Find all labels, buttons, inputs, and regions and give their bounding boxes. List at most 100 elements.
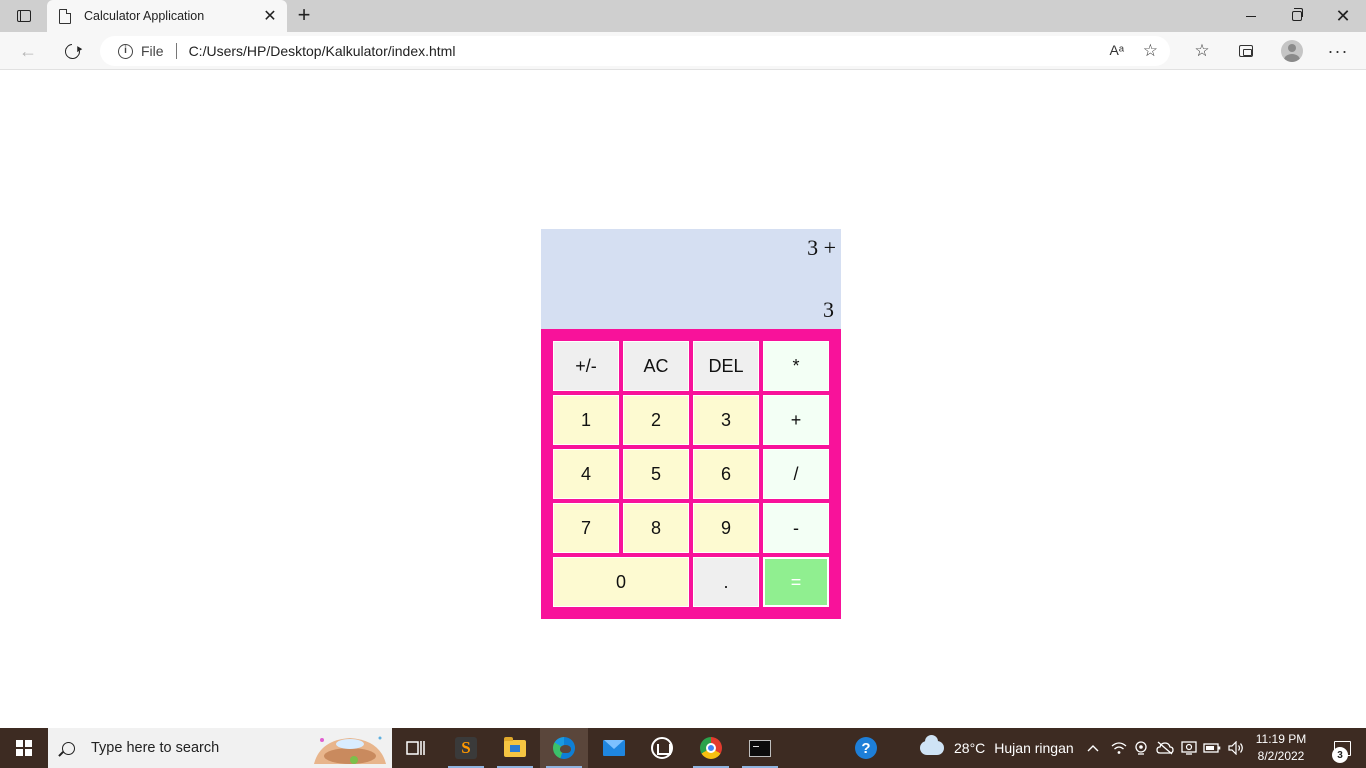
sublime-text-icon: S bbox=[455, 737, 477, 759]
key-divide[interactable]: / bbox=[763, 449, 829, 499]
window-minimize-button[interactable] bbox=[1228, 0, 1274, 32]
key-7[interactable]: 7 bbox=[553, 503, 619, 553]
key-plus-minus[interactable]: +/- bbox=[553, 341, 619, 391]
taskbar: Type here to search S ? 28°C Hujan ringa… bbox=[0, 728, 1366, 768]
meet-now-tray[interactable] bbox=[1131, 728, 1151, 768]
weather-widget[interactable]: 28°C Hujan ringan bbox=[920, 728, 1074, 768]
microsoft-store-app[interactable] bbox=[638, 728, 686, 768]
weather-temperature: 28°C bbox=[954, 740, 986, 756]
collections-icon bbox=[1239, 45, 1253, 57]
search-highlight-art-icon bbox=[310, 730, 390, 766]
key-multiply[interactable]: * bbox=[763, 341, 829, 391]
google-chrome-app[interactable] bbox=[687, 728, 735, 768]
avatar bbox=[1281, 40, 1303, 62]
key-5[interactable]: 5 bbox=[623, 449, 689, 499]
key-9[interactable]: 9 bbox=[693, 503, 759, 553]
add-favorite-icon[interactable]: ☆ bbox=[1143, 41, 1158, 61]
command-prompt-app[interactable] bbox=[736, 728, 784, 768]
reload-button[interactable] bbox=[57, 36, 87, 66]
previous-operand: 3 + bbox=[807, 235, 836, 260]
search-icon bbox=[62, 741, 75, 755]
mail-app[interactable] bbox=[590, 728, 638, 768]
url-path[interactable]: C:/Users/HP/Desktop/Kalkulator/index.htm… bbox=[189, 43, 456, 59]
help-icon: ? bbox=[855, 737, 877, 759]
current-operand: 3 bbox=[823, 297, 834, 322]
page-icon bbox=[59, 8, 71, 24]
browser-tab-bar: Calculator Application ✕ + ✕ bbox=[0, 0, 1366, 32]
file-explorer-app[interactable] bbox=[491, 728, 539, 768]
tab-title: Calculator Application bbox=[84, 9, 205, 23]
screen-check-icon bbox=[1181, 741, 1197, 755]
key-decimal[interactable]: . bbox=[693, 557, 759, 607]
reload-icon bbox=[61, 40, 83, 62]
security-tray[interactable] bbox=[1179, 728, 1199, 768]
calculator: 3 + 3 +/- AC DEL * 1 2 3 +4 5 6/7 8 9-0. = bbox=[541, 229, 841, 619]
restore-icon bbox=[1292, 8, 1303, 21]
key-all-clear[interactable]: AC bbox=[623, 341, 689, 391]
key-4[interactable]: 4 bbox=[553, 449, 619, 499]
url-scheme-label: File bbox=[141, 43, 164, 59]
notification-count-badge: 3 bbox=[1332, 747, 1348, 763]
battery-tray[interactable] bbox=[1202, 728, 1222, 768]
back-button[interactable]: ← bbox=[13, 36, 43, 66]
key-equals[interactable]: = bbox=[763, 557, 829, 607]
collections-button[interactable] bbox=[1231, 36, 1261, 66]
key-subtract[interactable]: - bbox=[763, 503, 829, 553]
show-hidden-icons-button[interactable] bbox=[1082, 728, 1104, 768]
weather-condition: Hujan ringan bbox=[994, 740, 1074, 756]
more-menu-button[interactable]: ··· bbox=[1323, 36, 1353, 66]
profile-button[interactable] bbox=[1277, 36, 1307, 66]
address-bar[interactable]: i File C:/Users/HP/Desktop/Kalkulator/in… bbox=[100, 36, 1170, 66]
calculator-keypad: +/- AC DEL * 1 2 3 +4 5 6/ 7 8 9- 0. = bbox=[541, 329, 841, 619]
favorites-button[interactable]: ☆ bbox=[1187, 36, 1217, 66]
browser-toolbar: ← i File C:/Users/HP/Desktop/Kalkulator/… bbox=[0, 32, 1366, 70]
chevron-up-icon bbox=[1087, 745, 1099, 752]
search-placeholder: Type here to search bbox=[91, 740, 220, 756]
wifi-tray[interactable] bbox=[1108, 728, 1130, 768]
new-tab-button[interactable]: + bbox=[293, 4, 315, 27]
info-icon[interactable]: i bbox=[118, 43, 133, 59]
key-0[interactable]: 0 bbox=[553, 557, 689, 607]
key-2[interactable]: 2 bbox=[623, 395, 689, 445]
cloud-offline-icon bbox=[1156, 741, 1174, 755]
store-icon bbox=[651, 737, 673, 759]
window-close-button[interactable]: ✕ bbox=[1320, 0, 1366, 32]
window-restore-button[interactable] bbox=[1274, 0, 1320, 32]
cloud-rain-icon bbox=[920, 735, 944, 755]
read-aloud-icon[interactable]: Aᵃ bbox=[1109, 42, 1124, 58]
wifi-icon bbox=[1111, 742, 1127, 754]
network-tray[interactable] bbox=[1154, 728, 1176, 768]
key-1[interactable]: 1 bbox=[553, 395, 619, 445]
url-separator bbox=[175, 43, 177, 59]
volume-tray[interactable] bbox=[1226, 728, 1246, 768]
minimize-icon bbox=[1246, 15, 1256, 17]
key-add[interactable]: + bbox=[763, 395, 829, 445]
get-help-app[interactable]: ? bbox=[842, 728, 890, 768]
terminal-icon bbox=[749, 739, 771, 757]
taskbar-search-box[interactable]: Type here to search bbox=[48, 728, 392, 768]
edge-icon bbox=[553, 737, 575, 759]
mail-icon bbox=[603, 740, 625, 756]
key-6[interactable]: 6 bbox=[693, 449, 759, 499]
task-view-button[interactable] bbox=[392, 728, 440, 768]
speaker-icon bbox=[1228, 741, 1243, 755]
tab-close-icon[interactable]: ✕ bbox=[259, 5, 281, 27]
clock-date: 8/2/2022 bbox=[1257, 749, 1305, 763]
folder-icon bbox=[504, 736, 526, 757]
windows-logo-icon bbox=[16, 740, 32, 756]
key-8[interactable]: 8 bbox=[623, 503, 689, 553]
start-button[interactable] bbox=[0, 728, 48, 768]
key-3[interactable]: 3 bbox=[693, 395, 759, 445]
chrome-icon bbox=[700, 737, 722, 759]
system-clock[interactable]: 11:19 PM 8/2/2022 bbox=[1248, 731, 1314, 765]
battery-icon bbox=[1203, 743, 1221, 753]
browser-tab-active[interactable]: Calculator Application ✕ bbox=[47, 0, 287, 32]
sublime-text-app[interactable]: S bbox=[442, 728, 490, 768]
webcam-icon bbox=[1135, 741, 1147, 755]
calculator-display: 3 + 3 bbox=[541, 229, 841, 329]
microsoft-edge-app[interactable] bbox=[540, 728, 588, 768]
tab-actions-icon[interactable] bbox=[8, 6, 40, 26]
key-delete[interactable]: DEL bbox=[693, 341, 759, 391]
task-view-icon bbox=[406, 741, 425, 755]
clock-time: 11:19 PM bbox=[1255, 732, 1307, 746]
